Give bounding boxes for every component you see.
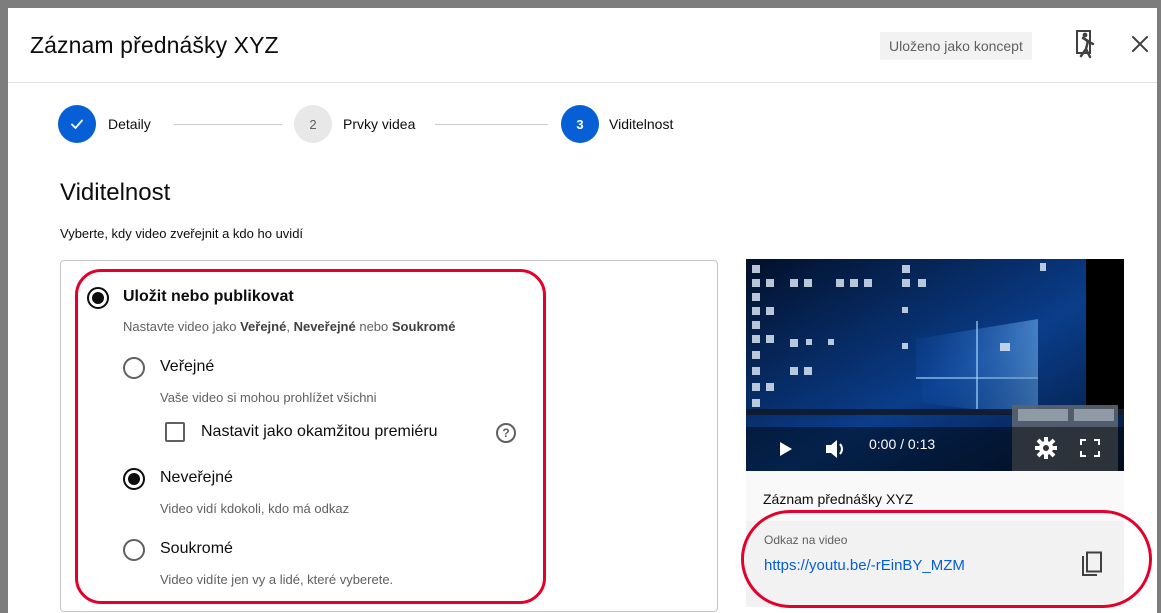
video-preview-card: 0:00 / 0:13 Záznam přednášky XYZ Odkaz n… xyxy=(746,259,1124,607)
window-frame-right xyxy=(1157,0,1161,613)
unlisted-description: Video vidí kdokoli, kdo má odkaz xyxy=(160,501,350,516)
dialog-title: Záznam přednášky XYZ xyxy=(30,32,279,58)
window-frame-top xyxy=(0,0,1161,8)
unlisted-radio[interactable] xyxy=(123,468,145,490)
save-publish-label[interactable]: Uložit nebo publikovat xyxy=(123,288,294,306)
video-player[interactable]: 0:00 / 0:13 xyxy=(746,259,1124,471)
visibility-options-panel: Uložit nebo publikovat Nastavte video ja… xyxy=(60,260,718,612)
help-icon[interactable]: ? xyxy=(496,423,516,443)
draft-status-badge: Uloženo jako koncept xyxy=(880,32,1032,60)
visibility-heading: Viditelnost xyxy=(60,179,171,206)
private-label[interactable]: Soukromé xyxy=(160,540,233,558)
settings-icon[interactable] xyxy=(1034,436,1058,460)
public-label[interactable]: Veřejné xyxy=(160,358,214,376)
save-publish-description: Nastavte video jako Veřejné, Neveřejné n… xyxy=(123,319,456,334)
step-visibility-label[interactable]: Viditelnost xyxy=(609,116,673,132)
premiere-checkbox[interactable] xyxy=(165,422,185,442)
step-video-elements-circle[interactable]: 2 xyxy=(294,105,332,143)
video-title: Záznam přednášky XYZ xyxy=(763,491,914,507)
check-icon xyxy=(71,119,83,129)
window-frame-left xyxy=(0,0,8,613)
step-details-circle[interactable] xyxy=(58,105,96,143)
video-link-caption: Odkaz na video xyxy=(764,533,848,547)
visibility-subtitle: Vyberte, kdy video zveřejnit a kdo ho uv… xyxy=(60,226,304,241)
premiere-label[interactable]: Nastavit jako okamžitou premiéru xyxy=(201,423,438,441)
feedback-icon[interactable] xyxy=(1075,29,1099,61)
step-details-label[interactable]: Detaily xyxy=(108,116,151,132)
video-time: 0:00 / 0:13 xyxy=(869,436,936,452)
fullscreen-icon[interactable] xyxy=(1080,439,1100,457)
dialog-header: Záznam přednášky XYZ Uloženo jako koncep… xyxy=(8,8,1157,83)
private-description: Video vidíte jen vy a lidé, které vybere… xyxy=(160,572,394,587)
step-visibility-circle[interactable]: 3 xyxy=(561,105,599,143)
play-icon[interactable] xyxy=(778,441,794,457)
unlisted-label[interactable]: Neveřejné xyxy=(160,469,233,487)
video-link-box: Odkaz na video https://youtu.be/-rEinBY_… xyxy=(746,521,1124,607)
save-publish-radio[interactable] xyxy=(87,287,109,309)
public-description: Vaše video si mohou prohlížet všichni xyxy=(160,390,377,405)
private-radio[interactable] xyxy=(123,539,145,561)
public-radio[interactable] xyxy=(123,357,145,379)
volume-icon[interactable] xyxy=(824,438,848,460)
step-connector xyxy=(435,124,548,125)
step-video-elements-label[interactable]: Prvky videa xyxy=(343,116,415,132)
video-link[interactable]: https://youtu.be/-rEinBY_MZM xyxy=(764,557,965,574)
copy-icon[interactable] xyxy=(1080,551,1104,579)
close-icon[interactable] xyxy=(1126,30,1154,58)
step-connector xyxy=(174,124,282,125)
